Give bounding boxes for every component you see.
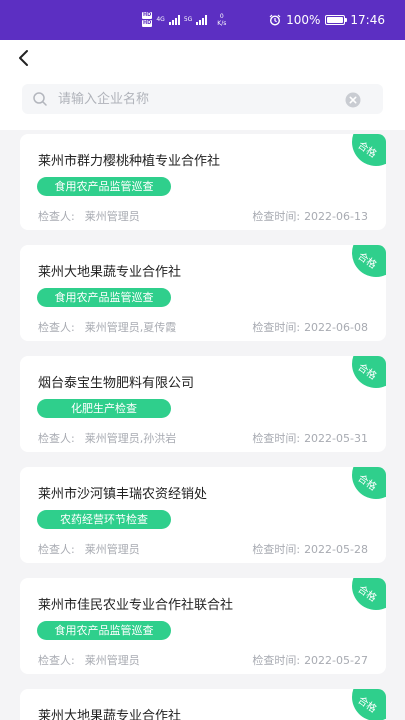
- inspector-label: 检查人:: [38, 432, 75, 445]
- inspector-info: 检查人: 莱州管理员,孙洪岩: [38, 430, 176, 446]
- status-right: 100% 17:46: [269, 13, 385, 27]
- company-name: 莱州市佳民农业专业合作社联合社: [38, 598, 234, 613]
- header: [0, 40, 405, 130]
- pass-badge: 合格: [352, 689, 386, 720]
- record-card[interactable]: 莱州大地果蔬专业合作社 合格: [20, 689, 386, 720]
- check-time-value: 2022-05-31: [304, 432, 368, 445]
- status-bar: HD HD 4G 5G 0 K/s 100% 17:46: [0, 0, 405, 40]
- pass-badge: 合格: [352, 578, 386, 610]
- network-speed: 0 K/s: [217, 13, 226, 27]
- network-type-1: 4G: [156, 16, 165, 23]
- inspector-value: 莱州管理员,夏传霞: [84, 321, 177, 334]
- clock: 17:46: [350, 13, 385, 27]
- inspector-info: 检查人: 莱州管理员,夏传霞: [38, 319, 176, 335]
- speed-unit: K/s: [217, 19, 227, 27]
- speed-value: 0: [219, 12, 224, 20]
- inspector-info: 检查人: 莱州管理员: [38, 208, 140, 224]
- check-time-info: 检查时间: 2022-05-27: [252, 652, 368, 668]
- record-card[interactable]: 莱州市沙河镇丰瑞农资经销处 农药经营环节检查 检查人: 莱州管理员 检查时间: 20…: [20, 467, 386, 563]
- record-card[interactable]: 烟台泰宝生物肥料有限公司 化肥生产检查 检查人: 莱州管理员,孙洪岩 检查时间: 2…: [20, 356, 386, 452]
- inspector-value: 莱州管理员: [84, 543, 140, 556]
- inspector-label: 检查人:: [38, 210, 75, 223]
- pass-label: 合格: [355, 361, 379, 383]
- battery-icon: [325, 15, 348, 25]
- inspection-type-tag: 化肥生产检查: [37, 399, 171, 418]
- inspector-info: 检查人: 莱州管理员: [38, 652, 140, 668]
- company-name: 莱州大地果蔬专业合作社: [38, 265, 182, 280]
- check-time-label: 检查时间:: [252, 432, 301, 445]
- check-time-label: 检查时间:: [252, 210, 301, 223]
- inspection-type-tag: 食用农产品监管巡查: [37, 288, 171, 307]
- check-time-value: 2022-05-27: [304, 654, 368, 667]
- network-type-2: 5G: [183, 16, 193, 23]
- company-name: 莱州市群力樱桃种植专业合作社: [38, 154, 221, 169]
- check-time-info: 检查时间: 2022-06-13: [252, 208, 368, 224]
- record-card[interactable]: 莱州大地果蔬专业合作社 食用农产品监管巡查 检查人: 莱州管理员,夏传霞 检查时间…: [20, 245, 386, 341]
- pass-label: 合格: [355, 472, 379, 494]
- company-name: 莱州大地果蔬专业合作社: [38, 709, 182, 720]
- search-icon: [33, 92, 47, 106]
- pass-label: 合格: [355, 694, 379, 716]
- search-bar: [22, 84, 383, 114]
- check-time-label: 检查时间:: [252, 543, 301, 556]
- pass-badge: 合格: [352, 356, 386, 388]
- check-time-label: 检查时间:: [252, 654, 301, 667]
- inspector-value: 莱州管理员: [84, 210, 140, 223]
- check-time-label: 检查时间:: [252, 321, 301, 334]
- alarm-icon: [269, 14, 281, 26]
- clear-icon[interactable]: [345, 92, 361, 108]
- inspector-label: 检查人:: [38, 321, 75, 334]
- hd-label-bottom: HD: [142, 20, 153, 27]
- pass-label: 合格: [355, 250, 379, 272]
- inspection-type-tag: 食用农产品监管巡查: [37, 177, 171, 196]
- inspection-type-tag: 食用农产品监管巡查: [37, 621, 171, 640]
- hd-label-top: HD: [142, 12, 153, 19]
- pass-badge: 合格: [352, 467, 386, 499]
- inspection-type-tag: 农药经营环节检查: [37, 510, 171, 529]
- inspector-value: 莱州管理员,孙洪岩: [84, 432, 177, 445]
- pass-label: 合格: [355, 139, 379, 161]
- check-time-info: 检查时间: 2022-06-08: [252, 319, 368, 335]
- pass-badge: 合格: [352, 134, 386, 166]
- pass-badge: 合格: [352, 245, 386, 277]
- record-card[interactable]: 莱州市佳民农业专业合作社联合社 食用农产品监管巡查 检查人: 莱州管理员 检查时间…: [20, 578, 386, 674]
- company-name: 莱州市沙河镇丰瑞农资经销处: [38, 487, 208, 502]
- signal-icon: [168, 14, 180, 25]
- company-name: 烟台泰宝生物肥料有限公司: [38, 376, 195, 391]
- pass-label: 合格: [355, 583, 379, 605]
- search-input[interactable]: [58, 84, 338, 114]
- inspector-info: 检查人: 莱州管理员: [38, 541, 140, 557]
- check-time-info: 检查时间: 2022-05-31: [252, 430, 368, 446]
- check-time-value: 2022-06-08: [304, 321, 368, 334]
- signal-icon-2: [196, 14, 208, 25]
- back-arrow-icon[interactable]: [14, 46, 36, 70]
- network-indicators: HD HD 4G 5G 0 K/s: [142, 12, 226, 27]
- inspector-label: 检查人:: [38, 543, 75, 556]
- record-card[interactable]: 莱州市群力樱桃种植专业合作社 食用农产品监管巡查 检查人: 莱州管理员 检查时间:…: [20, 134, 386, 230]
- inspector-value: 莱州管理员: [84, 654, 140, 667]
- inspector-label: 检查人:: [38, 654, 75, 667]
- hd-icon: HD HD: [142, 12, 153, 27]
- battery-percent: 100%: [286, 13, 321, 27]
- check-time-value: 2022-05-28: [304, 543, 368, 556]
- check-time-value: 2022-06-13: [304, 210, 368, 223]
- check-time-info: 检查时间: 2022-05-28: [252, 541, 368, 557]
